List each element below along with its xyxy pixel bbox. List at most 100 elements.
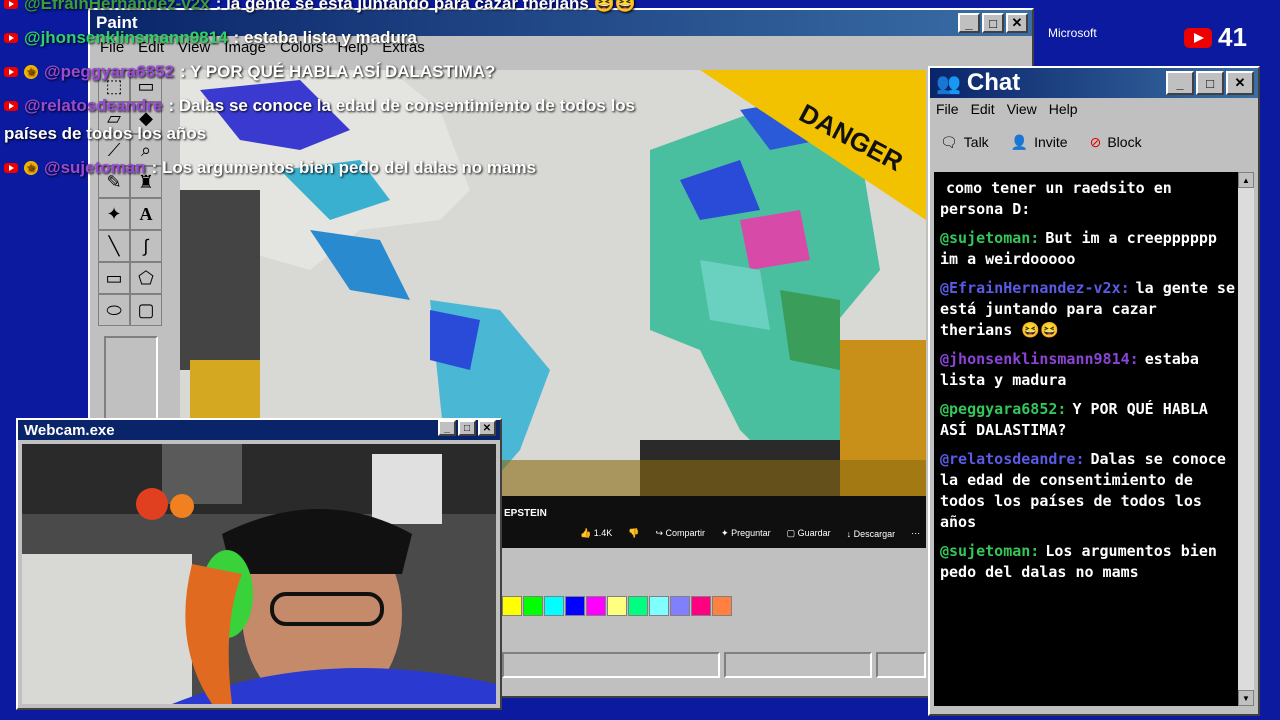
maximize-button[interactable]: □ xyxy=(1196,71,1224,95)
ask-button[interactable]: ✦ Preguntar xyxy=(721,528,771,539)
save-label: Guardar xyxy=(797,528,831,538)
rounded-rect-icon[interactable]: ▢ xyxy=(130,294,162,326)
chat-message: @EfrainHernandez-v2x: la gente se está ju… xyxy=(940,278,1236,341)
maximize-button[interactable]: □ xyxy=(458,420,476,436)
text-icon[interactable]: A xyxy=(130,198,162,230)
share-button[interactable]: ↪ Compartir xyxy=(655,528,705,539)
block-icon: ⊘ xyxy=(1089,133,1102,150)
palette-swatch[interactable] xyxy=(502,596,522,616)
palette-swatch[interactable] xyxy=(565,596,585,616)
status-cell xyxy=(502,652,720,678)
airbrush-icon[interactable]: ✦ xyxy=(98,198,130,230)
close-button[interactable]: ✕ xyxy=(1226,71,1254,95)
chat-menu-file[interactable]: File xyxy=(936,101,959,117)
minimize-button[interactable]: _ xyxy=(438,420,456,436)
chat-user: @EfrainHernandez-v2x: xyxy=(940,279,1130,297)
dislike-icon[interactable]: 👎 xyxy=(628,528,639,539)
overlay-text: : la gente se está juntando para cazar t… xyxy=(215,0,636,13)
tool-options xyxy=(104,336,158,426)
video-actions-bar: EPSTEIN 👍 1.4K 👎 ↪ Compartir ✦ Preguntar… xyxy=(502,496,926,548)
block-label: Block xyxy=(1107,134,1142,150)
overlay-user: @jhonsenklinsmann9814 xyxy=(24,28,228,47)
chat-message: @sujetoman: But im a creepppppp im a weir… xyxy=(940,228,1236,270)
chat-message: como tener un raedsito en persona D: xyxy=(940,178,1236,220)
buddies-icon: 👥 xyxy=(936,72,961,95)
overlay-user: @peggyara6852 xyxy=(44,62,174,81)
palette-swatch[interactable] xyxy=(712,596,732,616)
chat-titlebar[interactable]: 👥 Chat _ □ ✕ xyxy=(930,68,1258,98)
palette-swatch[interactable] xyxy=(691,596,711,616)
ellipse-icon[interactable]: ⬭ xyxy=(98,294,130,326)
chat-messages: como tener un raedsito en persona D: @su… xyxy=(934,172,1242,706)
more-icon[interactable]: ⋯ xyxy=(911,528,920,539)
webcam-window: Webcam.exe _ □ ✕ xyxy=(16,418,502,710)
rectangle-icon[interactable]: ▭ xyxy=(98,262,130,294)
chat-text: como tener un raedsito en persona D: xyxy=(940,179,1172,218)
chat-menu-view[interactable]: View xyxy=(1007,101,1037,117)
chat-menubar: File Edit View Help xyxy=(930,98,1258,120)
member-star-icon: ★ xyxy=(24,65,38,79)
block-button[interactable]: ⊘ Block xyxy=(1090,134,1142,151)
chat-menu-edit[interactable]: Edit xyxy=(971,101,995,117)
palette-swatch[interactable] xyxy=(523,596,543,616)
chat-user: @relatosdeandre: xyxy=(940,450,1085,468)
paint-statusbar xyxy=(502,652,926,680)
scroll-up-icon[interactable]: ▲ xyxy=(1238,172,1254,188)
youtube-icon xyxy=(4,101,18,111)
palette-swatch[interactable] xyxy=(607,596,627,616)
webcam-image xyxy=(22,444,496,704)
webcam-title: Webcam.exe xyxy=(24,421,115,439)
like-button[interactable]: 👍 1.4K xyxy=(580,528,612,539)
chat-menu-help[interactable]: Help xyxy=(1049,101,1078,117)
viewer-count: 41 xyxy=(1218,22,1247,52)
scroll-down-icon[interactable]: ▼ xyxy=(1238,690,1254,706)
palette-swatch[interactable] xyxy=(544,596,564,616)
chat-scrollbar[interactable]: ▲ ▼ xyxy=(1238,172,1254,706)
line-icon[interactable]: ╲ xyxy=(98,230,130,262)
share-label: Compartir xyxy=(665,528,706,538)
palette-swatch[interactable] xyxy=(670,596,690,616)
minimize-button[interactable]: _ xyxy=(958,13,980,33)
overlay-user: @relatosdeandre xyxy=(24,96,163,115)
overlay-text: : Dalas se conoce la edad de consentimie… xyxy=(168,96,636,115)
invite-button[interactable]: 👤 Invite xyxy=(1011,134,1068,151)
close-button[interactable]: ✕ xyxy=(478,420,496,436)
chat-user: @jhonsenklinsmann9814: xyxy=(940,350,1139,368)
talk-button[interactable]: 🗨 Talk xyxy=(940,134,989,151)
overlay-chat-line: países de todos los años xyxy=(4,124,206,144)
chat-message: @jhonsenklinsmann9814: estaba lista y mad… xyxy=(940,349,1236,391)
color-palette xyxy=(502,596,733,616)
chat-user: @sujetoman: xyxy=(940,542,1040,560)
save-button[interactable]: ▢ Guardar xyxy=(787,528,831,539)
minimize-button[interactable]: _ xyxy=(1166,71,1194,95)
video-title-fragment: EPSTEIN xyxy=(504,508,547,519)
maximize-button[interactable]: □ xyxy=(982,13,1004,33)
close-button[interactable]: ✕ xyxy=(1006,13,1028,33)
download-button[interactable]: ↓ Descargar xyxy=(847,529,896,539)
microsoft-logo: Microsoft xyxy=(1048,26,1097,40)
overlay-user: @EfrainHernandez-v2x xyxy=(24,0,210,13)
webcam-titlebar[interactable]: Webcam.exe _ □ ✕ xyxy=(18,420,500,440)
overlay-chat-line: ★ @peggyara6852 : Y POR QUÉ HABLA ASÍ DA… xyxy=(4,62,495,82)
chat-message: @peggyara6852: Y POR QUÉ HABLA ASÍ DALAST… xyxy=(940,399,1236,441)
status-cell xyxy=(876,652,926,678)
chat-user: @peggyara6852: xyxy=(940,400,1067,418)
youtube-icon xyxy=(4,33,18,43)
curve-icon[interactable]: ∫ xyxy=(130,230,162,262)
overlay-text: : Y POR QUÉ HABLA ASÍ DALASTIMA? xyxy=(179,62,496,81)
palette-swatch[interactable] xyxy=(649,596,669,616)
talk-icon: 🗨 xyxy=(940,133,958,150)
invite-label: Invite xyxy=(1034,134,1068,150)
chat-window: 👥 Chat _ □ ✕ File Edit View Help 🗨 Talk 👤… xyxy=(928,66,1260,716)
webcam-feed xyxy=(22,444,496,704)
member-star-icon: ★ xyxy=(24,161,38,175)
palette-swatch[interactable] xyxy=(628,596,648,616)
status-cell xyxy=(723,652,873,678)
chat-title: Chat xyxy=(966,69,1021,96)
overlay-text: países de todos los años xyxy=(4,124,207,143)
polygon-icon[interactable]: ⬠ xyxy=(130,262,162,294)
download-label: Descargar xyxy=(853,528,896,539)
palette-swatch[interactable] xyxy=(586,596,606,616)
overlay-user: @sujetoman xyxy=(44,158,146,177)
overlay-text: : Los argumentos bien pedo del dalas no … xyxy=(151,158,537,177)
